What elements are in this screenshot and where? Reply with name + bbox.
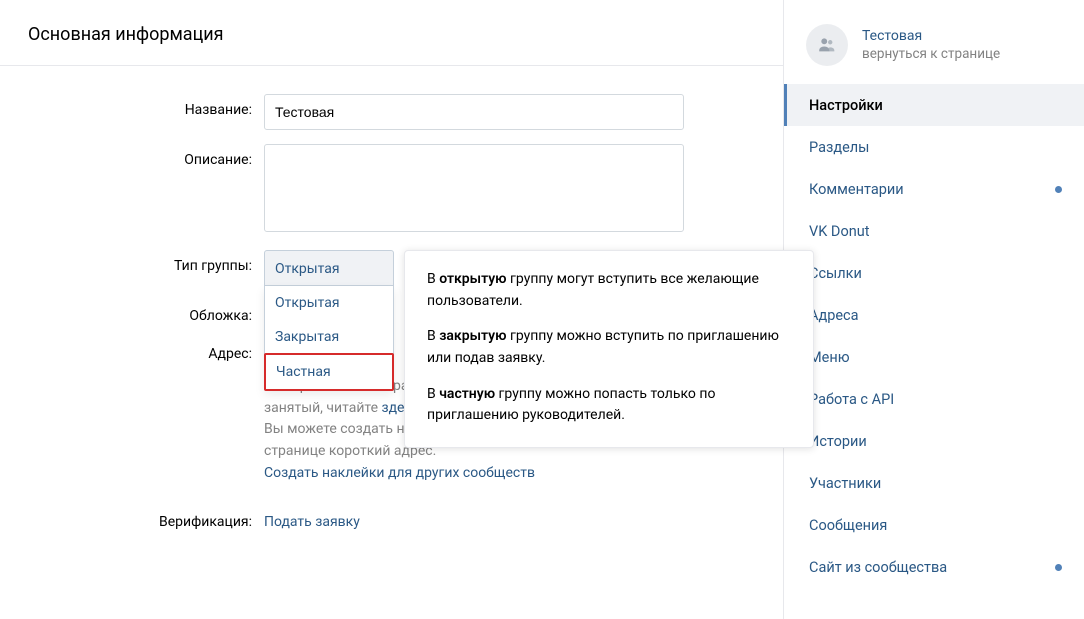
- nav-item-label: Участники: [809, 475, 881, 492]
- group-type-option-private[interactable]: Частная: [264, 353, 394, 391]
- avatar: [806, 24, 848, 66]
- nav-item-label: Меню: [809, 349, 850, 366]
- group-type-label: Тип группы:: [24, 250, 264, 274]
- group-back-link[interactable]: вернуться к странице: [862, 46, 1000, 62]
- nav-item-сообщения[interactable]: Сообщения: [784, 504, 1084, 546]
- page-title: Основная информация: [0, 0, 783, 66]
- tooltip-private-pre: В: [427, 386, 439, 402]
- nav-item-vk-donut[interactable]: VK Donut: [784, 210, 1084, 252]
- group-type-option-closed[interactable]: Закрытая: [265, 320, 393, 354]
- name-label: Название:: [24, 94, 264, 118]
- nav-item-ссылки[interactable]: Ссылки: [784, 252, 1084, 294]
- nav-item-label: Комментарии: [809, 181, 904, 198]
- verification-label: Верификация:: [24, 506, 264, 530]
- nav-item-работа-с-api[interactable]: Работа с API: [784, 378, 1084, 420]
- nav-item-комментарии[interactable]: Комментарии: [784, 168, 1084, 210]
- nav-item-label: Настройки: [809, 97, 883, 114]
- name-input[interactable]: [264, 94, 684, 130]
- nav-item-dot-icon: [1055, 186, 1062, 193]
- nav-item-сайт-из-сообщества[interactable]: Сайт из сообщества: [784, 546, 1084, 588]
- verification-link[interactable]: Подать заявку: [264, 514, 360, 530]
- description-label: Описание:: [24, 144, 264, 168]
- group-header[interactable]: Тестовая вернуться к странице: [784, 10, 1084, 84]
- nav-item-label: Адреса: [809, 307, 859, 324]
- nav-item-label: VK Donut: [809, 223, 869, 240]
- group-type-options-list: Открытая Закрытая Частная: [264, 286, 394, 391]
- tooltip-open-pre: В: [427, 271, 439, 287]
- tooltip-private-bold: частную: [439, 386, 495, 402]
- address-label: Адрес:: [24, 338, 264, 362]
- sidebar: Тестовая вернуться к странице Настройки Р…: [784, 0, 1084, 619]
- nav-item-адреса[interactable]: Адреса: [784, 294, 1084, 336]
- nav-item-dot-icon: [1055, 564, 1062, 571]
- people-icon: [816, 34, 838, 56]
- nav-item-участники[interactable]: Участники: [784, 462, 1084, 504]
- nav-item-разделы[interactable]: Разделы: [784, 126, 1084, 168]
- group-type-selected[interactable]: Открытая: [264, 250, 394, 286]
- tooltip-open-bold: открытую: [439, 271, 506, 287]
- settings-form: Название: Описание: Тип группы: Открытая…: [0, 66, 783, 572]
- nav-list: Настройки Разделы Комментарии VK Donut Ссылк…: [784, 84, 1084, 588]
- nav-item-label: Истории: [809, 433, 867, 450]
- nav-item-label: Разделы: [809, 139, 869, 156]
- nav-item-label: Работа с API: [809, 391, 894, 408]
- address-stickers-link[interactable]: Создать наклейки для других сообществ: [264, 465, 535, 481]
- tooltip-closed-pre: В: [427, 328, 439, 344]
- tooltip-closed-bold: закрытую: [439, 328, 506, 344]
- nav-item-настройки[interactable]: Настройки: [784, 84, 1084, 126]
- group-type-dropdown[interactable]: Открытая Открытая Закрытая Частная В отк…: [264, 250, 684, 286]
- nav-item-истории[interactable]: Истории: [784, 420, 1084, 462]
- group-type-tooltip: В открытую группу могут вступить все жел…: [404, 250, 814, 448]
- nav-item-меню[interactable]: Меню: [784, 336, 1084, 378]
- group-type-option-open[interactable]: Открытая: [265, 286, 393, 320]
- nav-item-label: Ссылки: [809, 265, 862, 282]
- nav-item-label: Сообщения: [809, 517, 887, 534]
- cover-label: Обложка:: [24, 300, 264, 324]
- main-form-panel: Основная информация Название: Описание: …: [0, 0, 784, 619]
- nav-item-label: Сайт из сообщества: [809, 559, 947, 576]
- description-textarea[interactable]: [264, 144, 684, 232]
- group-name[interactable]: Тестовая: [862, 28, 1000, 44]
